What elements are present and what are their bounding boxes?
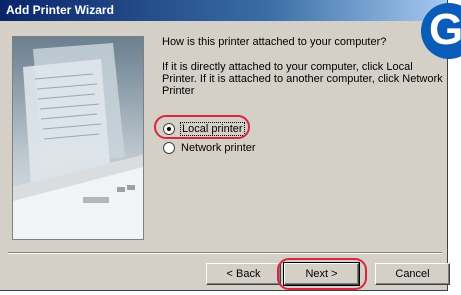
printer-image-icon (13, 43, 143, 239)
local-printer-label[interactable]: Local printer (180, 122, 245, 136)
back-button[interactable]: < Back (206, 263, 281, 285)
badge-letter: G (429, 5, 461, 54)
title-bar[interactable]: Add Printer Wizard (0, 0, 447, 21)
button-divider (8, 252, 442, 254)
local-printer-option[interactable]: Local printer (163, 121, 245, 137)
network-printer-option[interactable]: Network printer (163, 140, 256, 156)
cancel-button[interactable]: Cancel (375, 263, 450, 285)
instructions-text: If it is directly attached to your compu… (162, 61, 443, 97)
network-printer-radio[interactable] (163, 142, 175, 154)
printer-illustration (12, 36, 144, 240)
add-printer-wizard-dialog: Add Printer Wizard How is this printer a… (0, 0, 450, 291)
window-title: Add Printer Wizard (6, 3, 114, 17)
next-button[interactable]: Next > (283, 262, 360, 286)
local-printer-radio[interactable] (163, 123, 175, 135)
question-text: How is this printer attached to your com… (162, 36, 387, 48)
network-printer-label[interactable]: Network printer (181, 142, 256, 154)
